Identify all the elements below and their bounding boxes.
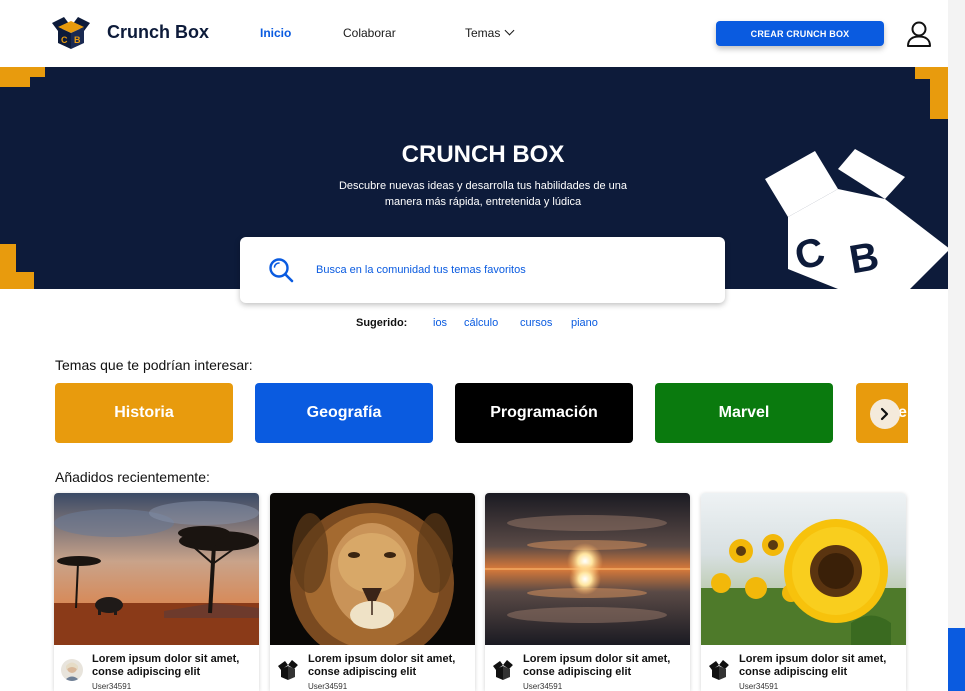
chevron-down-icon <box>504 25 515 36</box>
card-username: User34591 <box>739 682 779 691</box>
scrollbar-thumb[interactable] <box>948 628 965 691</box>
avatar[interactable] <box>708 659 730 681</box>
sunflower-image <box>701 493 906 645</box>
nav-colaborar[interactable]: Colaborar <box>343 26 396 40</box>
top-navbar: C B Crunch Box Inicio Colaborar Temas CR… <box>0 0 948 67</box>
decor-corner-top-left-3 <box>14 77 30 87</box>
topics-next-button[interactable] <box>870 399 900 429</box>
crunch-box-avatar-icon <box>492 659 514 681</box>
decor-corner-bottom-left <box>0 244 16 289</box>
create-crunch-box-button[interactable]: CREAR CRUNCH BOX <box>716 21 884 46</box>
decor-corner-top-right <box>915 67 948 79</box>
user-photo-avatar-icon <box>61 659 83 681</box>
brand-name[interactable]: Crunch Box <box>107 22 209 43</box>
card-title: Lorem ipsum dolor sit amet, conse adipis… <box>739 653 887 678</box>
card-username: User34591 <box>92 682 132 691</box>
card-title: Lorem ipsum dolor sit amet, conse adipis… <box>308 653 456 678</box>
crunch-box-cube-icon: C B <box>765 149 948 289</box>
avatar[interactable] <box>277 659 299 681</box>
topic-card-geografia[interactable]: Geografía <box>255 383 433 443</box>
decor-corner-bottom-left-2 <box>16 272 34 289</box>
svg-text:C: C <box>61 35 68 45</box>
card-username: User34591 <box>308 682 348 691</box>
suggested-link-ios[interactable]: ios <box>433 317 447 329</box>
nav-temas-label: Temas <box>465 26 501 40</box>
card-title: Lorem ipsum dolor sit amet, conse adipis… <box>523 653 671 678</box>
recent-card[interactable]: Lorem ipsum dolor sit amet, conse adipis… <box>270 493 475 691</box>
recent-card[interactable]: Lorem ipsum dolor sit amet, conse adipis… <box>701 493 906 691</box>
suggested-label: Sugerido: <box>356 317 408 329</box>
crunch-box-avatar-icon <box>708 659 730 681</box>
topic-card-historia[interactable]: Historia <box>55 383 233 443</box>
scrollbar-track[interactable] <box>948 0 965 691</box>
sunflower-main <box>784 519 888 623</box>
decor-corner-top-left-2 <box>0 67 14 87</box>
avatar[interactable] <box>61 659 83 681</box>
search-box[interactable] <box>240 237 725 303</box>
decor-corner-top-right-2 <box>930 79 948 119</box>
search-icon[interactable] <box>268 257 294 283</box>
topics-section-title: Temas que te podrían interesar: <box>55 357 253 373</box>
lion-image <box>270 493 475 645</box>
topic-card-marvel[interactable]: Marvel <box>655 383 833 443</box>
topic-card-programacion[interactable]: Programación <box>455 383 633 443</box>
topics-carousel: Historia Geografía Programación Marvel e <box>55 383 908 443</box>
savanna-elephant-image <box>54 493 259 645</box>
chevron-right-icon <box>880 407 889 421</box>
search-input[interactable] <box>316 261 696 279</box>
suggested-link-piano[interactable]: piano <box>571 317 598 329</box>
sunset-reflection-image <box>485 493 690 645</box>
nav-temas-dropdown[interactable]: Temas <box>465 25 515 40</box>
avatar[interactable] <box>492 659 514 681</box>
user-profile-icon[interactable] <box>906 20 932 48</box>
crunch-box-logo-icon[interactable]: C B <box>50 15 92 51</box>
recent-card[interactable]: Lorem ipsum dolor sit amet, conse adipis… <box>485 493 690 691</box>
recent-card[interactable]: Lorem ipsum dolor sit amet, conse adipis… <box>54 493 259 691</box>
card-title: Lorem ipsum dolor sit amet, conse adipis… <box>92 653 240 678</box>
crunch-box-avatar-icon <box>277 659 299 681</box>
svg-text:B: B <box>74 35 81 45</box>
suggested-link-calculo[interactable]: cálculo <box>464 317 498 329</box>
recent-section-title: Añadidos recientemente: <box>55 469 210 485</box>
card-username: User34591 <box>523 682 563 691</box>
suggested-link-cursos[interactable]: cursos <box>520 317 552 329</box>
nav-inicio[interactable]: Inicio <box>260 26 291 40</box>
